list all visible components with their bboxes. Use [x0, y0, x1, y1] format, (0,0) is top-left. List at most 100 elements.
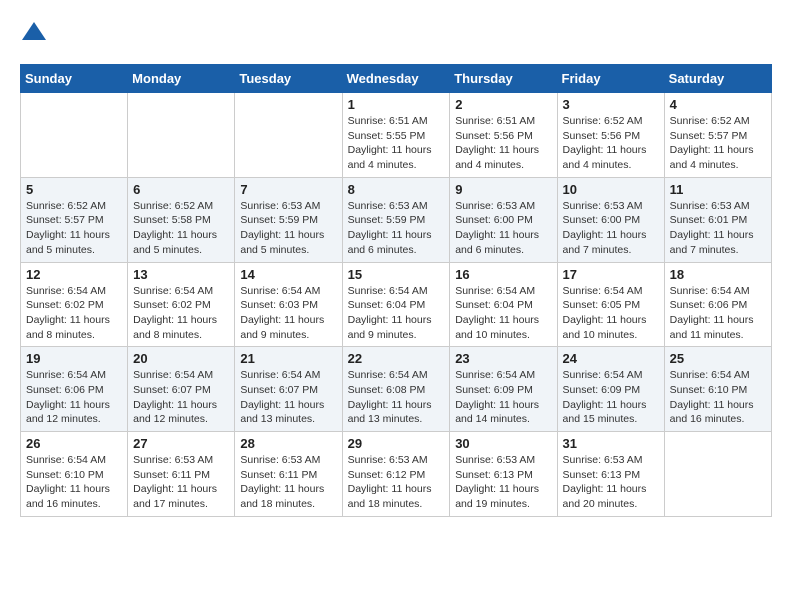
day-header-monday: Monday — [128, 65, 235, 93]
calendar-cell: 22 Sunrise: 6:54 AM Sunset: 6:08 PM Dayli… — [342, 347, 450, 432]
day-number: 22 — [348, 351, 445, 366]
calendar-cell: 30Sunrise: 6:53 AM Sunset: 6:13 PM Dayli… — [450, 432, 557, 517]
day-info: Sunrise: 6:54 AM Sunset: 6:09 PM Dayligh… — [563, 368, 659, 427]
calendar-cell: 29 Sunrise: 6:53 AM Sunset: 6:12 PM Dayli… — [342, 432, 450, 517]
calendar-cell: 4 Sunrise: 6:52 AM Sunset: 5:57 PM Daylig… — [664, 93, 771, 178]
calendar-cell: 28 Sunrise: 6:53 AM Sunset: 6:11 PM Dayli… — [235, 432, 342, 517]
calendar-cell: 27 Sunrise: 6:53 AM Sunset: 6:11 PM Dayli… — [128, 432, 235, 517]
calendar-cell: 14 Sunrise: 6:54 AM Sunset: 6:03 PM Dayli… — [235, 262, 342, 347]
page-header — [20, 20, 772, 48]
day-info: Sunrise: 6:52 AM Sunset: 5:58 PM Dayligh… — [133, 199, 229, 258]
day-info: Sunrise: 6:53 AM Sunset: 6:00 PM Dayligh… — [455, 199, 551, 258]
day-info: Sunrise: 6:54 AM Sunset: 6:08 PM Dayligh… — [348, 368, 445, 427]
calendar-cell: 7 Sunrise: 6:53 AM Sunset: 5:59 PM Daylig… — [235, 177, 342, 262]
day-info: Sunrise: 6:54 AM Sunset: 6:02 PM Dayligh… — [133, 284, 229, 343]
day-number: 14 — [240, 267, 336, 282]
day-info: Sunrise: 6:53 AM Sunset: 6:11 PM Dayligh… — [133, 453, 229, 512]
day-number: 3 — [563, 97, 659, 112]
day-number: 4 — [670, 97, 766, 112]
day-number: 19 — [26, 351, 122, 366]
day-number: 28 — [240, 436, 336, 451]
calendar-cell: 10 Sunrise: 6:53 AM Sunset: 6:00 PM Dayli… — [557, 177, 664, 262]
day-info: Sunrise: 6:53 AM Sunset: 5:59 PM Dayligh… — [240, 199, 336, 258]
calendar-cell: 25 Sunrise: 6:54 AM Sunset: 6:10 PM Dayli… — [664, 347, 771, 432]
calendar-cell — [235, 93, 342, 178]
day-header-wednesday: Wednesday — [342, 65, 450, 93]
day-info: Sunrise: 6:53 AM Sunset: 6:00 PM Dayligh… — [563, 199, 659, 258]
calendar-cell — [128, 93, 235, 178]
day-number: 16 — [455, 267, 551, 282]
calendar-cell: 2 Sunrise: 6:51 AM Sunset: 5:56 PM Daylig… — [450, 93, 557, 178]
day-header-sunday: Sunday — [21, 65, 128, 93]
day-info: Sunrise: 6:51 AM Sunset: 5:56 PM Dayligh… — [455, 114, 551, 173]
calendar-cell: 12 Sunrise: 6:54 AM Sunset: 6:02 PM Dayli… — [21, 262, 128, 347]
day-number: 8 — [348, 182, 445, 197]
calendar-cell: 23 Sunrise: 6:54 AM Sunset: 6:09 PM Dayli… — [450, 347, 557, 432]
day-number: 26 — [26, 436, 122, 451]
calendar-cell: 16 Sunrise: 6:54 AM Sunset: 6:04 PM Dayli… — [450, 262, 557, 347]
day-info: Sunrise: 6:54 AM Sunset: 6:04 PM Dayligh… — [348, 284, 445, 343]
day-number: 11 — [670, 182, 766, 197]
day-number: 7 — [240, 182, 336, 197]
day-number: 15 — [348, 267, 445, 282]
day-info: Sunrise: 6:53 AM Sunset: 6:11 PM Dayligh… — [240, 453, 336, 512]
day-number: 21 — [240, 351, 336, 366]
day-info: Sunrise: 6:53 AM Sunset: 6:12 PM Dayligh… — [348, 453, 445, 512]
calendar-cell: 26 Sunrise: 6:54 AM Sunset: 6:10 PM Dayli… — [21, 432, 128, 517]
calendar-cell: 8 Sunrise: 6:53 AM Sunset: 5:59 PM Daylig… — [342, 177, 450, 262]
logo-icon — [20, 20, 48, 48]
calendar-cell: 9 Sunrise: 6:53 AM Sunset: 6:00 PM Daylig… — [450, 177, 557, 262]
day-info: Sunrise: 6:52 AM Sunset: 5:57 PM Dayligh… — [26, 199, 122, 258]
calendar-cell: 6 Sunrise: 6:52 AM Sunset: 5:58 PM Daylig… — [128, 177, 235, 262]
calendar-cell: 5 Sunrise: 6:52 AM Sunset: 5:57 PM Daylig… — [21, 177, 128, 262]
calendar-cell: 3Sunrise: 6:52 AM Sunset: 5:56 PM Daylig… — [557, 93, 664, 178]
day-number: 10 — [563, 182, 659, 197]
day-info: Sunrise: 6:54 AM Sunset: 6:09 PM Dayligh… — [455, 368, 551, 427]
day-number: 29 — [348, 436, 445, 451]
day-number: 24 — [563, 351, 659, 366]
day-info: Sunrise: 6:54 AM Sunset: 6:07 PM Dayligh… — [133, 368, 229, 427]
day-info: Sunrise: 6:53 AM Sunset: 5:59 PM Dayligh… — [348, 199, 445, 258]
day-number: 30 — [455, 436, 551, 451]
day-info: Sunrise: 6:52 AM Sunset: 5:57 PM Dayligh… — [670, 114, 766, 173]
day-number: 9 — [455, 182, 551, 197]
day-info: Sunrise: 6:54 AM Sunset: 6:06 PM Dayligh… — [26, 368, 122, 427]
calendar-cell: 21 Sunrise: 6:54 AM Sunset: 6:07 PM Dayli… — [235, 347, 342, 432]
day-number: 27 — [133, 436, 229, 451]
day-info: Sunrise: 6:53 AM Sunset: 6:01 PM Dayligh… — [670, 199, 766, 258]
day-number: 25 — [670, 351, 766, 366]
day-info: Sunrise: 6:54 AM Sunset: 6:03 PM Dayligh… — [240, 284, 336, 343]
calendar-cell: 11 Sunrise: 6:53 AM Sunset: 6:01 PM Dayli… — [664, 177, 771, 262]
calendar-cell: 18Sunrise: 6:54 AM Sunset: 6:06 PM Dayli… — [664, 262, 771, 347]
day-number: 1 — [348, 97, 445, 112]
day-number: 12 — [26, 267, 122, 282]
calendar-cell: 13 Sunrise: 6:54 AM Sunset: 6:02 PM Dayli… — [128, 262, 235, 347]
day-number: 13 — [133, 267, 229, 282]
calendar-cell — [21, 93, 128, 178]
day-info: Sunrise: 6:51 AM Sunset: 5:55 PM Dayligh… — [348, 114, 445, 173]
day-number: 17 — [563, 267, 659, 282]
day-info: Sunrise: 6:54 AM Sunset: 6:02 PM Dayligh… — [26, 284, 122, 343]
calendar-cell: 31 Sunrise: 6:53 AM Sunset: 6:13 PM Dayli… — [557, 432, 664, 517]
day-number: 2 — [455, 97, 551, 112]
calendar-cell: 19 Sunrise: 6:54 AM Sunset: 6:06 PM Dayli… — [21, 347, 128, 432]
day-info: Sunrise: 6:54 AM Sunset: 6:04 PM Dayligh… — [455, 284, 551, 343]
day-header-tuesday: Tuesday — [235, 65, 342, 93]
day-header-saturday: Saturday — [664, 65, 771, 93]
day-number: 5 — [26, 182, 122, 197]
calendar-cell: 24 Sunrise: 6:54 AM Sunset: 6:09 PM Dayli… — [557, 347, 664, 432]
day-number: 31 — [563, 436, 659, 451]
day-number: 23 — [455, 351, 551, 366]
day-info: Sunrise: 6:53 AM Sunset: 6:13 PM Dayligh… — [563, 453, 659, 512]
day-number: 18 — [670, 267, 766, 282]
day-number: 6 — [133, 182, 229, 197]
day-info: Sunrise: 6:54 AM Sunset: 6:10 PM Dayligh… — [670, 368, 766, 427]
calendar-cell: 15 Sunrise: 6:54 AM Sunset: 6:04 PM Dayli… — [342, 262, 450, 347]
day-info: Sunrise: 6:54 AM Sunset: 6:07 PM Dayligh… — [240, 368, 336, 427]
logo — [20, 20, 52, 48]
day-header-thursday: Thursday — [450, 65, 557, 93]
day-info: Sunrise: 6:54 AM Sunset: 6:10 PM Dayligh… — [26, 453, 122, 512]
day-header-friday: Friday — [557, 65, 664, 93]
calendar-cell: 17Sunrise: 6:54 AM Sunset: 6:05 PM Dayli… — [557, 262, 664, 347]
calendar-cell: 20Sunrise: 6:54 AM Sunset: 6:07 PM Dayli… — [128, 347, 235, 432]
